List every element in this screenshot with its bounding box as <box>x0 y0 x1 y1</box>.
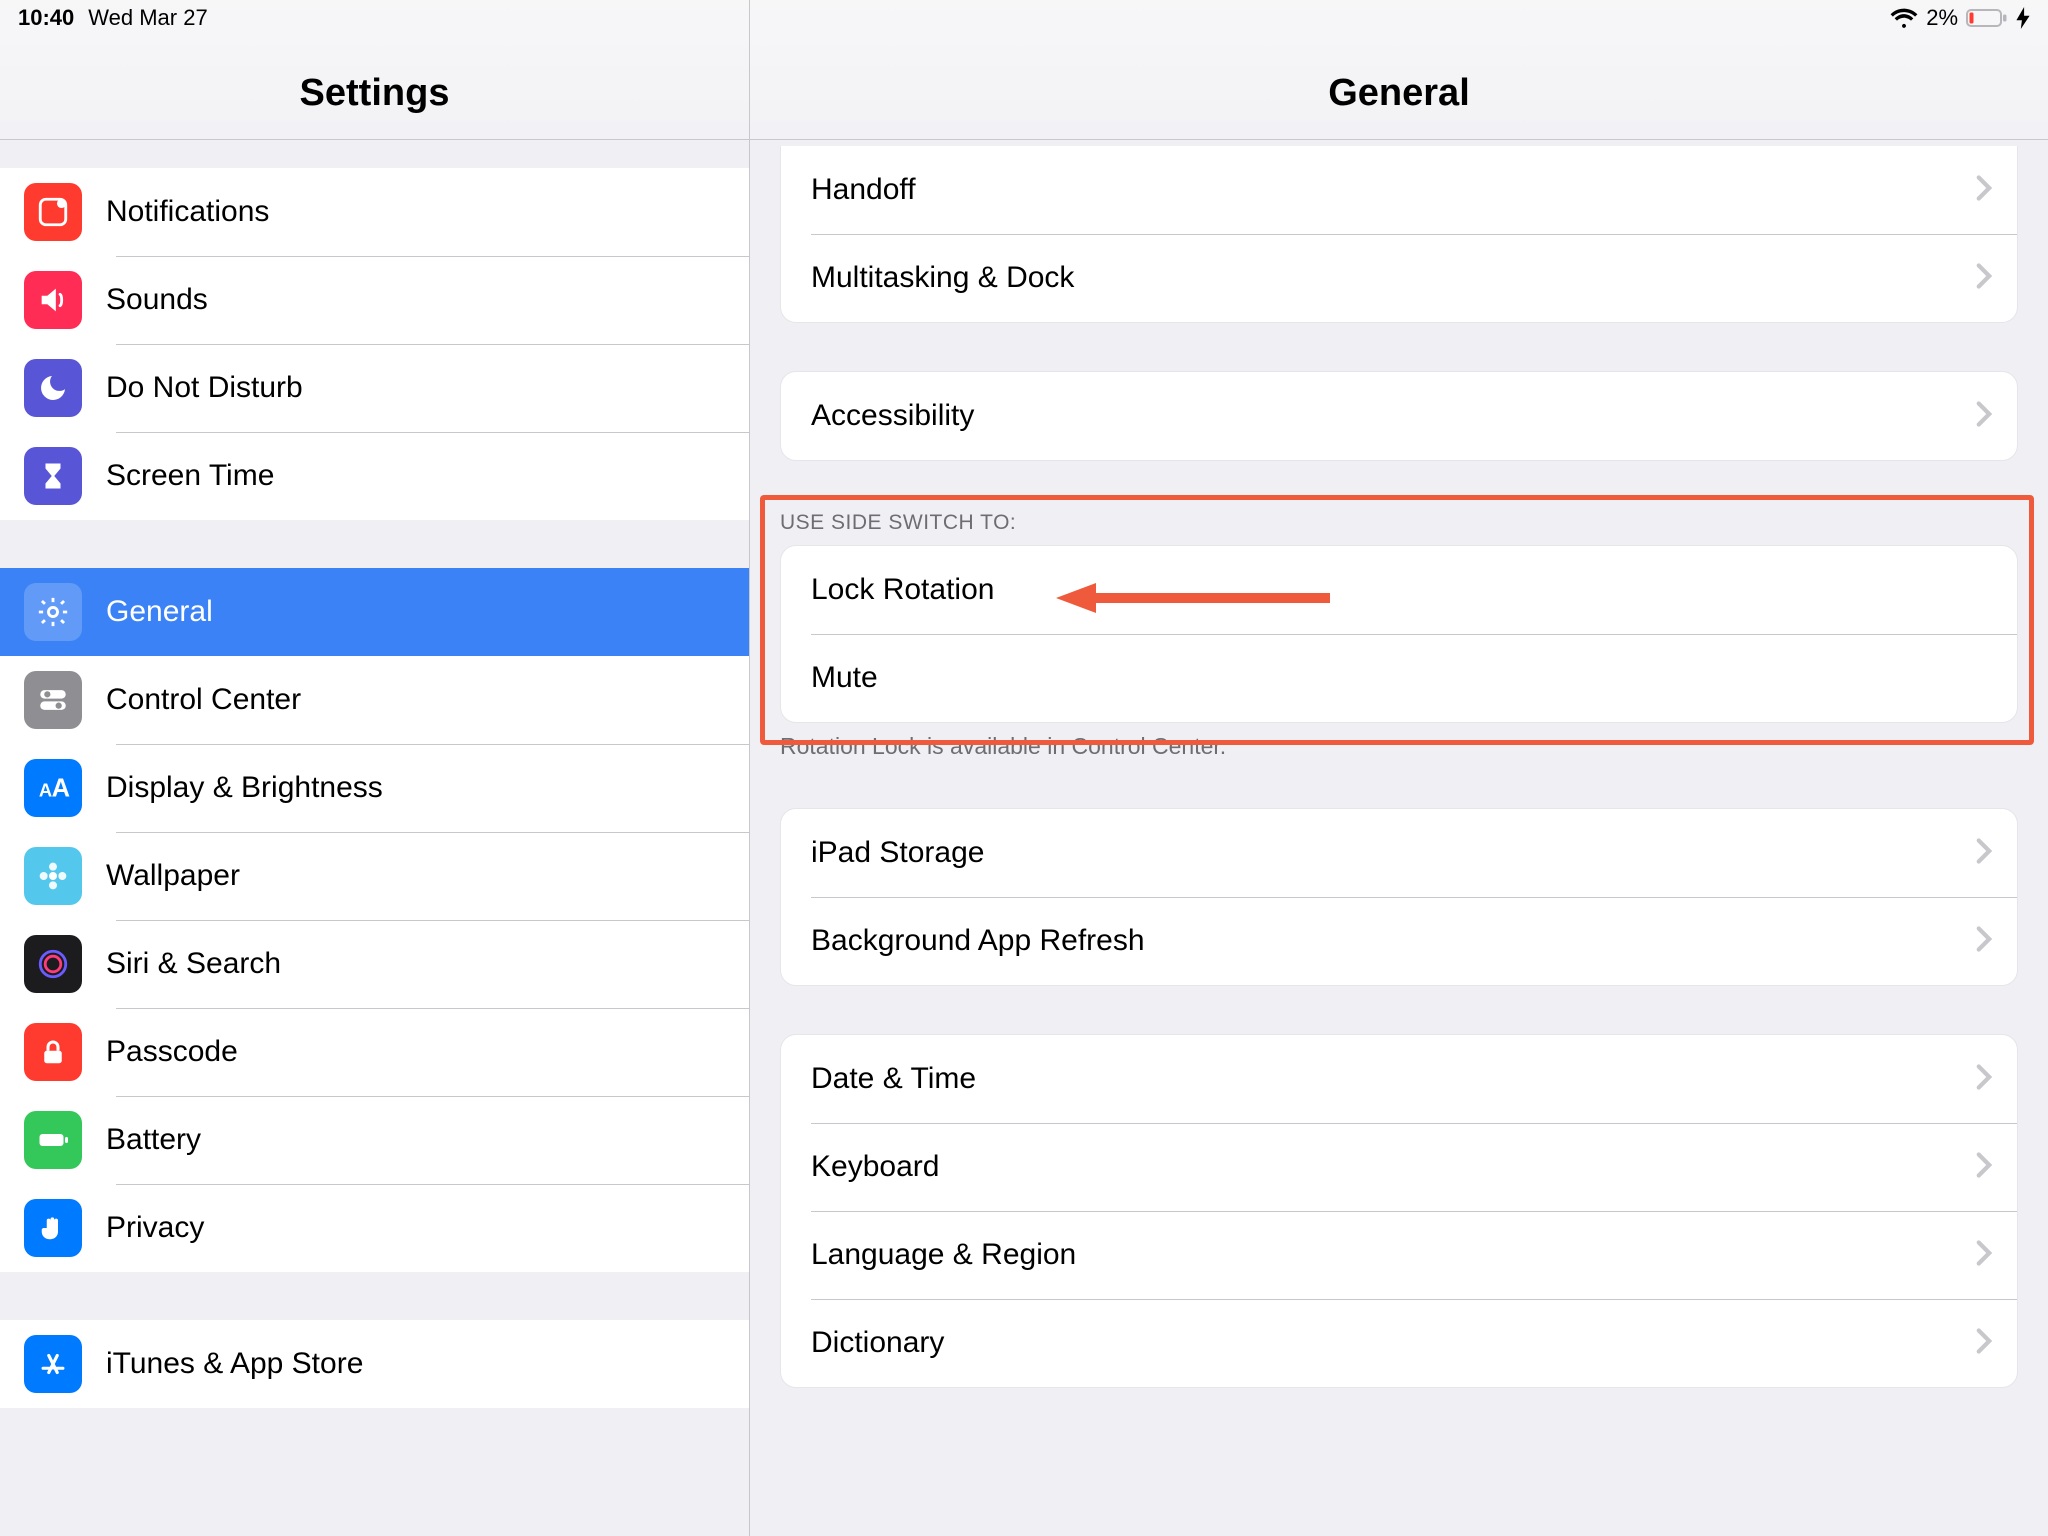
content-pane: General Handoff Multitasking & Dock <box>750 0 2048 1536</box>
svg-text:A: A <box>39 780 52 801</box>
sidebar-title: Settings <box>300 72 450 115</box>
appstore-icon <box>24 1335 82 1393</box>
svg-text:A: A <box>52 775 70 803</box>
status-date: Wed Mar 27 <box>88 5 207 31</box>
sidebar-item-wallpaper[interactable]: Wallpaper <box>0 832 749 920</box>
charging-bolt-icon <box>2016 7 2030 29</box>
sidebar-item-sounds[interactable]: Sounds <box>0 256 749 344</box>
chevron-right-icon <box>1975 400 1993 433</box>
chevron-right-icon <box>1975 1327 1993 1360</box>
row-label: Accessibility <box>811 399 974 433</box>
sidebar-item-label: Screen Time <box>106 459 274 493</box>
sidebar-item-label: Passcode <box>106 1035 238 1069</box>
sidebar-item-screentime[interactable]: Screen Time <box>0 432 749 520</box>
status-bar: 10:40 Wed Mar 27 2% <box>0 0 2048 36</box>
chevron-right-icon <box>1975 174 1993 207</box>
row-label: Mute <box>811 661 878 695</box>
sidebar-item-dnd[interactable]: Do Not Disturb <box>0 344 749 432</box>
row-label: Keyboard <box>811 1150 939 1184</box>
sidebar-item-label: Wallpaper <box>106 859 240 893</box>
switch-icon <box>24 671 82 729</box>
battery-low-icon <box>1966 8 2008 28</box>
row-ipad-storage[interactable]: iPad Storage <box>781 809 2017 897</box>
text-size-icon: AA <box>24 759 82 817</box>
row-accessibility[interactable]: Accessibility <box>781 372 2017 460</box>
chevron-right-icon <box>1975 1151 1993 1184</box>
gear-icon <box>24 583 82 641</box>
row-label: Language & Region <box>811 1238 1076 1272</box>
row-lock-rotation[interactable]: Lock Rotation <box>781 546 2017 634</box>
sidebar-item-passcode[interactable]: Passcode <box>0 1008 749 1096</box>
sidebar-item-label: Sounds <box>106 283 208 317</box>
row-label: Background App Refresh <box>811 924 1145 958</box>
row-mute[interactable]: Mute <box>781 634 2017 722</box>
sidebar-item-label: Display & Brightness <box>106 771 383 805</box>
sidebar-item-label: Do Not Disturb <box>106 371 303 405</box>
chevron-right-icon <box>1975 925 1993 958</box>
sidebar-item-label: Siri & Search <box>106 947 281 981</box>
sidebar: Settings Notifications Sounds <box>0 0 750 1536</box>
moon-icon <box>24 359 82 417</box>
sidebar-item-battery[interactable]: Battery <box>0 1096 749 1184</box>
sounds-icon <box>24 271 82 329</box>
row-background-refresh[interactable]: Background App Refresh <box>781 897 2017 985</box>
sidebar-item-label: Privacy <box>106 1211 204 1245</box>
row-label: Date & Time <box>811 1062 976 1096</box>
row-handoff[interactable]: Handoff <box>781 146 2017 234</box>
flower-icon <box>24 847 82 905</box>
sidebar-item-label: Notifications <box>106 195 269 229</box>
sidebar-item-label: iTunes & App Store <box>106 1347 363 1381</box>
row-keyboard[interactable]: Keyboard <box>781 1123 2017 1211</box>
sidebar-item-label: Battery <box>106 1123 201 1157</box>
wifi-icon <box>1890 7 1918 29</box>
sidebar-item-notifications[interactable]: Notifications <box>0 168 749 256</box>
chevron-right-icon <box>1975 1063 1993 1096</box>
sidebar-item-controlcenter[interactable]: Control Center <box>0 656 749 744</box>
sidebar-item-label: Control Center <box>106 683 301 717</box>
sidebar-item-siri[interactable]: Siri & Search <box>0 920 749 1008</box>
chevron-right-icon <box>1975 262 1993 295</box>
row-label: iPad Storage <box>811 836 984 870</box>
status-battery-pct: 2% <box>1926 5 1958 31</box>
row-dictionary[interactable]: Dictionary <box>781 1299 2017 1387</box>
section-footer-side-switch: Rotation Lock is available in Control Ce… <box>750 723 2048 760</box>
notifications-icon <box>24 183 82 241</box>
sidebar-item-general[interactable]: General <box>0 568 749 656</box>
row-label: Handoff <box>811 173 916 207</box>
sidebar-item-label: General <box>106 595 213 629</box>
content-title: General <box>1328 72 1470 115</box>
hand-icon <box>24 1199 82 1257</box>
row-multitasking[interactable]: Multitasking & Dock <box>781 234 2017 322</box>
row-language-region[interactable]: Language & Region <box>781 1211 2017 1299</box>
status-time: 10:40 <box>18 5 74 31</box>
sidebar-item-itunes[interactable]: iTunes & App Store <box>0 1320 749 1408</box>
section-header-side-switch: Use Side Switch To: <box>750 495 2048 545</box>
chevron-right-icon <box>1975 1239 1993 1272</box>
row-label: Dictionary <box>811 1326 944 1360</box>
hourglass-icon <box>24 447 82 505</box>
siri-icon <box>24 935 82 993</box>
row-label: Multitasking & Dock <box>811 261 1074 295</box>
row-label: Lock Rotation <box>811 573 994 607</box>
row-date-time[interactable]: Date & Time <box>781 1035 2017 1123</box>
chevron-right-icon <box>1975 837 1993 870</box>
lock-icon <box>24 1023 82 1081</box>
battery-icon <box>24 1111 82 1169</box>
sidebar-item-privacy[interactable]: Privacy <box>0 1184 749 1272</box>
sidebar-item-display[interactable]: AA Display & Brightness <box>0 744 749 832</box>
